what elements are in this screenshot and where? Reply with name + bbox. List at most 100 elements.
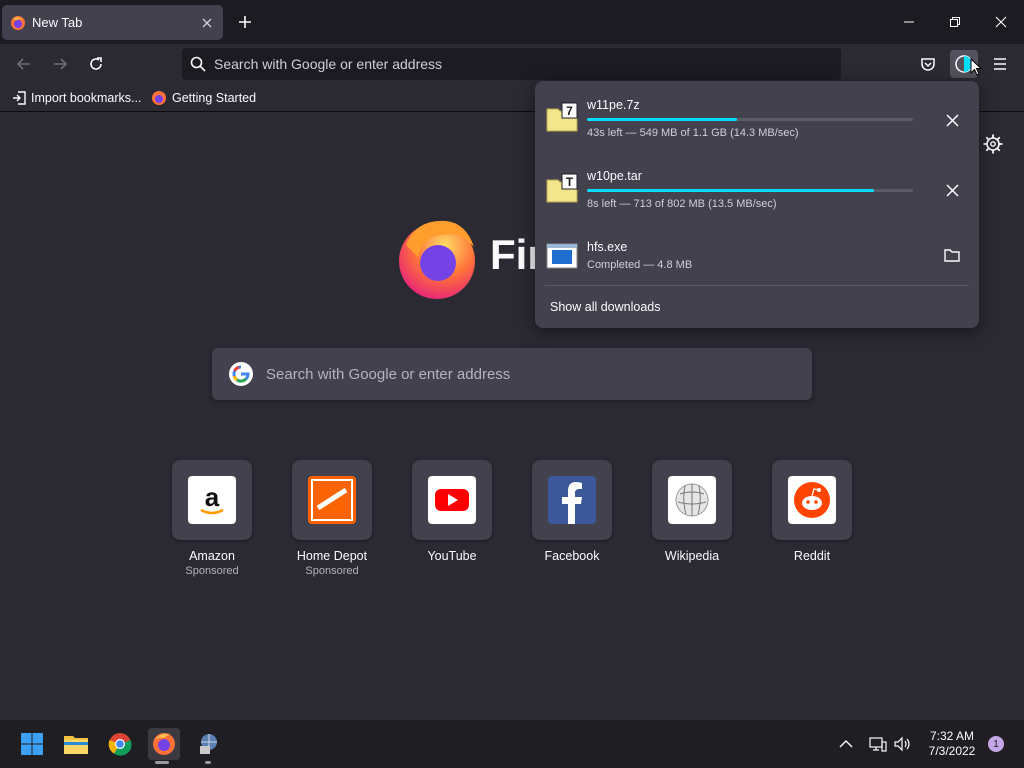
download-status: 8s left — 713 of 802 MB (13.5 MB/sec) bbox=[587, 198, 777, 210]
tab-strip: New Tab bbox=[0, 0, 1024, 44]
notification-badge[interactable]: 1 bbox=[988, 736, 1004, 752]
chevron-up-icon bbox=[839, 740, 853, 748]
bookmark-import[interactable]: Import bookmarks... bbox=[12, 89, 141, 107]
app-taskbar-button[interactable] bbox=[192, 728, 224, 760]
download-filename: w10pe.tar bbox=[587, 169, 642, 183]
address-bar[interactable]: Search with Google or enter address bbox=[182, 48, 841, 80]
facebook-icon bbox=[548, 476, 596, 524]
top-site-facebook[interactable]: Facebook bbox=[531, 460, 613, 563]
chrome-icon bbox=[108, 733, 132, 756]
folder-icon bbox=[944, 249, 960, 262]
menu-button[interactable] bbox=[986, 50, 1014, 78]
close-icon bbox=[945, 183, 959, 197]
top-site-label: Home Depot bbox=[296, 549, 368, 563]
active-app-indicator bbox=[155, 761, 169, 764]
cancel-download-button[interactable] bbox=[939, 177, 965, 203]
top-site-tile[interactable] bbox=[292, 460, 372, 540]
back-button[interactable] bbox=[10, 50, 38, 78]
close-icon bbox=[945, 113, 959, 127]
bookmark-label: Import bookmarks... bbox=[31, 91, 142, 105]
gear-icon[interactable] bbox=[982, 133, 1004, 155]
minimize-button[interactable] bbox=[886, 8, 932, 36]
sponsored-label: Sponsored bbox=[185, 565, 239, 577]
download-item[interactable]: T w10pe.tar 8s left — 713 of 802 MB (13.… bbox=[535, 160, 979, 224]
home-depot-icon bbox=[308, 476, 356, 524]
archive-letter: T bbox=[566, 175, 574, 189]
svg-text:a: a bbox=[205, 482, 220, 512]
newtab-search-placeholder: Search with Google or enter address bbox=[266, 365, 511, 383]
firefox-taskbar-button[interactable] bbox=[148, 728, 180, 760]
firefox-logo bbox=[399, 220, 475, 299]
forward-button[interactable] bbox=[46, 50, 74, 78]
clock-date: 7/3/2022 bbox=[928, 744, 976, 758]
panel-divider bbox=[545, 285, 969, 286]
restore-button[interactable] bbox=[932, 8, 978, 36]
clock-time: 7:32 AM bbox=[929, 729, 975, 743]
show-hidden-icons-button[interactable] bbox=[834, 728, 858, 760]
show-in-folder-button[interactable] bbox=[939, 242, 965, 268]
executable-icon bbox=[546, 243, 578, 269]
start-button[interactable] bbox=[16, 728, 48, 760]
top-site-tile[interactable] bbox=[412, 460, 492, 540]
top-site-youtube[interactable]: YouTube bbox=[411, 460, 493, 563]
chrome-button[interactable] bbox=[104, 728, 136, 760]
top-site-label: Reddit bbox=[793, 549, 831, 563]
download-progress-fill bbox=[587, 189, 874, 192]
google-icon bbox=[229, 362, 253, 386]
sponsored-label: Sponsored bbox=[305, 565, 359, 577]
pocket-icon bbox=[921, 58, 935, 71]
firefox-icon bbox=[152, 91, 166, 105]
arrow-left-icon bbox=[16, 58, 30, 70]
top-site-reddit[interactable]: Reddit bbox=[771, 460, 853, 563]
network-status[interactable] bbox=[866, 728, 890, 760]
top-site-wikipedia[interactable]: Wikipedia bbox=[651, 460, 733, 563]
arrow-right-icon bbox=[54, 58, 68, 70]
top-site-tile[interactable] bbox=[532, 460, 612, 540]
reddit-icon bbox=[788, 476, 836, 524]
running-app-indicator bbox=[205, 761, 211, 764]
show-all-downloads-button[interactable]: Show all downloads bbox=[550, 300, 661, 314]
new-tab-button[interactable] bbox=[232, 10, 258, 34]
reload-button[interactable] bbox=[82, 50, 110, 78]
network-icon bbox=[869, 737, 887, 752]
bookmark-getting-started[interactable]: Getting Started bbox=[151, 89, 256, 107]
top-site-label: Wikipedia bbox=[664, 549, 720, 563]
import-icon bbox=[13, 91, 26, 105]
download-filename: w11pe.7z bbox=[587, 98, 640, 112]
wikipedia-icon bbox=[668, 476, 716, 524]
top-site-tile[interactable] bbox=[652, 460, 732, 540]
close-window-button[interactable] bbox=[978, 8, 1024, 36]
top-site-tile[interactable]: a bbox=[172, 460, 252, 540]
tab-title: New Tab bbox=[32, 15, 83, 30]
cancel-download-button[interactable] bbox=[939, 107, 965, 133]
speaker-icon bbox=[894, 736, 910, 752]
system-clock[interactable]: 7:32 AM 7/3/2022 bbox=[918, 729, 986, 759]
windows-icon bbox=[21, 733, 43, 755]
newtab-search-input[interactable]: Search with Google or enter address bbox=[212, 348, 812, 400]
folder-icon bbox=[64, 736, 88, 754]
downloads-panel: 7 w11pe.7z 43s left — 549 MB of 1.1 GB (… bbox=[535, 81, 979, 328]
address-bar-placeholder: Search with Google or enter address bbox=[214, 56, 443, 72]
download-progress-bar bbox=[587, 118, 913, 121]
close-tab-icon[interactable] bbox=[195, 11, 219, 35]
top-site-tile[interactable] bbox=[772, 460, 852, 540]
tab-new-tab[interactable]: New Tab bbox=[2, 5, 223, 40]
youtube-icon bbox=[428, 476, 476, 524]
top-site-home-depot[interactable]: Home Depot Sponsored bbox=[291, 460, 373, 577]
close-icon bbox=[995, 16, 1007, 28]
pocket-button[interactable] bbox=[914, 50, 942, 78]
download-item[interactable]: 7 w11pe.7z 43s left — 549 MB of 1.1 GB (… bbox=[535, 89, 979, 153]
network-globe-icon bbox=[200, 734, 217, 754]
file-explorer-button[interactable] bbox=[60, 728, 92, 760]
reload-icon bbox=[90, 57, 102, 70]
mouse-cursor-icon bbox=[970, 58, 982, 76]
restore-icon bbox=[950, 17, 960, 27]
firefox-icon bbox=[153, 733, 175, 755]
top-site-amazon[interactable]: a Amazon Sponsored bbox=[171, 460, 253, 577]
top-site-label: YouTube bbox=[427, 549, 477, 563]
download-progress-bar bbox=[587, 189, 913, 192]
windows-taskbar: 7:32 AM 7/3/2022 bbox=[0, 720, 1024, 768]
archive-7z-icon: 7 bbox=[546, 102, 578, 132]
volume-status[interactable] bbox=[891, 728, 915, 760]
download-filename: hfs.exe bbox=[587, 240, 628, 254]
